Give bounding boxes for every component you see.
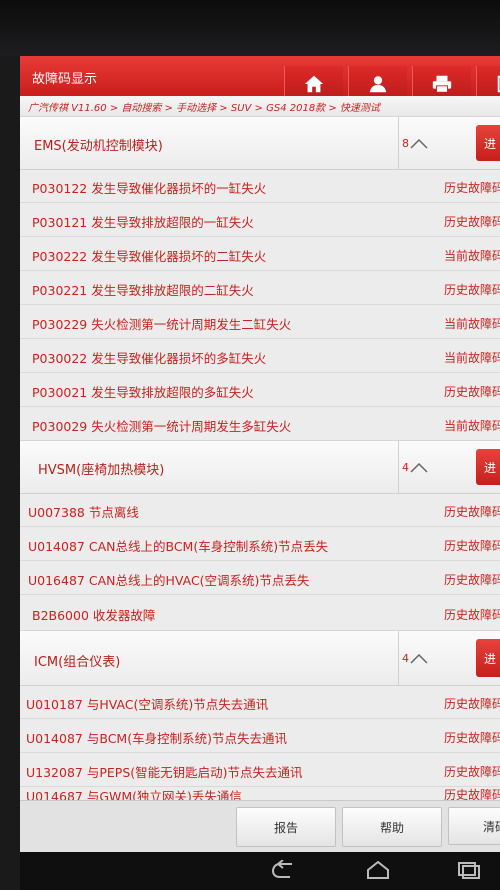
enter-label: 进 (484, 460, 497, 475)
home-icon (304, 75, 324, 93)
breadcrumb-bar: 广汽传祺 V11.60 > 自动搜索 > 手动选择 > SUV > GS4 20… (20, 96, 500, 117)
list-item[interactable]: P030029 失火检测第一统计周期发生多缸失火 当前故障码 (20, 406, 500, 441)
exit-icon (497, 75, 500, 93)
fault-status: 历史故障码 (444, 731, 500, 745)
breadcrumb: 广汽传祺 V11.60 > 自动搜索 > 手动选择 > SUV > GS4 20… (28, 103, 380, 114)
section-title: EMS(发动机控制模块) (34, 139, 163, 154)
enter-button[interactable]: 进 (476, 449, 500, 485)
clear-codes-button[interactable]: 清码 (448, 807, 500, 845)
list-item[interactable]: U132087 与PEPS(智能无钥匙启动)节点失去通讯 历史故障码 (20, 752, 500, 787)
chevron-up-icon[interactable] (410, 463, 428, 473)
section-title: ICM(组合仪表) (34, 655, 121, 670)
fault-code: B2B6000 收发器故障 (32, 608, 156, 623)
fault-code: P030222 发生导致催化器损坏的二缸失火 (32, 249, 267, 264)
fault-status: 当前故障码 (444, 317, 500, 331)
chevron-up-icon[interactable] (410, 654, 428, 664)
list-item[interactable]: P030021 发生导致排放超限的多缸失火 历史故障码 (20, 372, 500, 407)
list-item[interactable]: P030121 发生导致排放超限的一缸失火 历史故障码 (20, 202, 500, 237)
fault-status: 当前故障码 (444, 351, 500, 365)
list-item[interactable]: B2B6000 收发器故障 历史故障码 (20, 594, 500, 631)
fault-count: 8 (402, 137, 409, 150)
help-button[interactable]: 帮助 (342, 807, 442, 847)
enter-label: 进 (484, 136, 497, 151)
list-item[interactable]: U014087 与BCM(车身控制系统)节点失去通讯 历史故障码 (20, 718, 500, 753)
fault-code: U014087 CAN总线上的BCM(车身控制系统)节点丢失 (28, 539, 329, 554)
list-item[interactable]: U014087 CAN总线上的BCM(车身控制系统)节点丢失 历史故障码 (20, 526, 500, 561)
fault-code: U014087 与BCM(车身控制系统)节点失去通讯 (26, 731, 287, 746)
fault-status: 历史故障码 (444, 539, 500, 553)
report-label: 报告 (273, 820, 298, 835)
printer-icon (432, 75, 452, 93)
list-item[interactable]: U016487 CAN总线上的HVAC(空调系统)节点丢失 历史故障码 (20, 560, 500, 595)
fault-code: U016487 CAN总线上的HVAC(空调系统)节点丢失 (28, 573, 310, 588)
bottom-toolbar: 报告 帮助 清码 (20, 800, 500, 853)
enter-button[interactable]: 进 (476, 125, 500, 161)
list-item[interactable]: P030221 发生导致排放超限的二缸失火 历史故障码 (20, 270, 500, 305)
clear-label: 清码 (483, 819, 500, 834)
section-header-hvsm[interactable]: HVSM(座椅加热模块) 4 进 (20, 440, 500, 494)
home-nav-icon[interactable] (364, 860, 392, 880)
fault-code: P030022 发生导致催化器损坏的多缸失火 (32, 351, 267, 366)
fault-status: 历史故障码 (444, 215, 500, 229)
fault-status: 历史故障码 (444, 181, 500, 195)
list-item[interactable]: P030222 发生导致催化器损坏的二缸失火 当前故障码 (20, 236, 500, 271)
fault-code: P030122 发生导致催化器损坏的一缸失火 (32, 181, 267, 196)
fault-code: U132087 与PEPS(智能无钥匙启动)节点失去通讯 (26, 765, 303, 780)
fault-status: 历史故障码 (444, 283, 500, 297)
enter-label: 进 (484, 651, 497, 666)
section-header-icm[interactable]: ICM(组合仪表) 4 进 (20, 630, 500, 686)
fault-status: 历史故障码 (444, 765, 500, 779)
section-header-ems[interactable]: EMS(发动机控制模块) 8 进 (20, 116, 500, 170)
fault-status: 历史故障码 (444, 697, 500, 711)
fault-status: 当前故障码 (444, 419, 500, 433)
list-item[interactable]: U007388 节点离线 历史故障码 (20, 492, 500, 527)
enter-button[interactable]: 进 (476, 639, 500, 677)
recent-apps-icon[interactable] (456, 860, 482, 880)
fault-code: P030021 发生导致排放超限的多缸失火 (32, 385, 254, 400)
back-icon[interactable] (270, 860, 296, 880)
chevron-up-icon[interactable] (410, 139, 428, 149)
fault-code: U010187 与HVAC(空调系统)节点失去通讯 (26, 697, 269, 712)
fault-count: 4 (402, 652, 409, 665)
list-item[interactable]: U010187 与HVAC(空调系统)节点失去通讯 历史故障码 (20, 684, 500, 719)
list-item[interactable]: P030122 发生导致催化器损坏的一缸失火 历史故障码 (20, 168, 500, 203)
divider (398, 441, 399, 493)
system-nav-bar (20, 852, 500, 890)
device-bezel (0, 0, 500, 56)
fault-code: P030221 发生导致排放超限的二缸失火 (32, 283, 254, 298)
fault-status: 历史故障码 (444, 505, 500, 519)
list-item[interactable]: U014687 与GWM(独立网关)丢失通信 历史故障码 (20, 786, 500, 804)
fault-code: U007388 节点离线 (28, 505, 139, 520)
fault-code: P030121 发生导致排放超限的一缸失火 (32, 215, 254, 230)
fault-count: 4 (402, 461, 409, 474)
user-icon (369, 76, 387, 93)
report-button[interactable]: 报告 (236, 807, 336, 847)
divider (398, 117, 399, 169)
app-screen: 故障码显示 广汽传祺 V11.60 > 自动搜索 > 手动选择 > SUV > … (20, 56, 500, 890)
fault-code: P030229 失火检测第一统计周期发生二缸失火 (32, 317, 292, 332)
fault-status: 历史故障码 (444, 385, 500, 399)
fault-status: 历史故障码 (444, 608, 500, 622)
list-item[interactable]: P030022 发生导致催化器损坏的多缸失火 当前故障码 (20, 338, 500, 373)
fault-code: P030029 失火检测第一统计周期发生多缸失火 (32, 419, 292, 434)
fault-status: 当前故障码 (444, 249, 500, 263)
help-label: 帮助 (379, 820, 404, 835)
fault-status: 历史故障码 (444, 573, 500, 587)
section-title: HVSM(座椅加热模块) (38, 463, 165, 478)
list-item[interactable]: P030229 失火检测第一统计周期发生二缸失火 当前故障码 (20, 304, 500, 339)
page-title: 故障码显示 (32, 72, 98, 87)
divider (398, 631, 399, 685)
